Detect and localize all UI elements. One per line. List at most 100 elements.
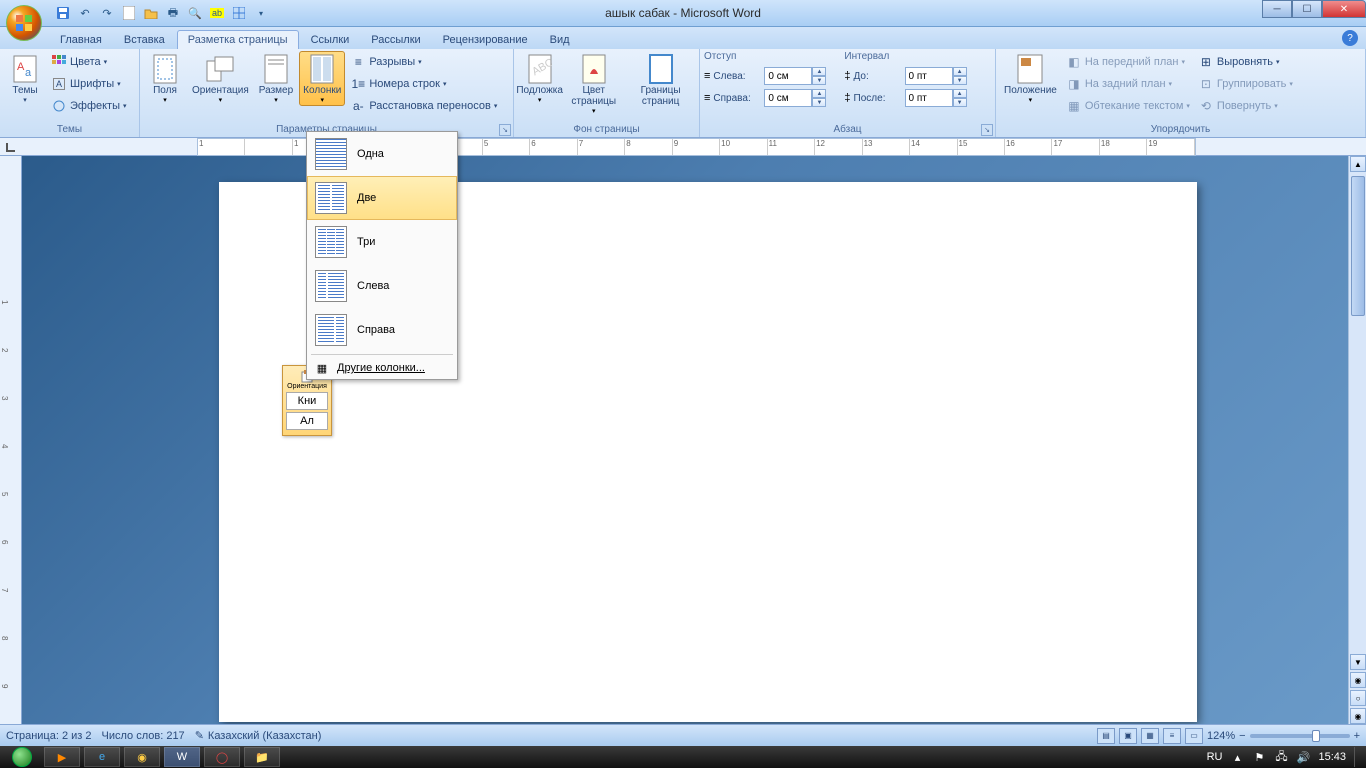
columns-one[interactable]: Одна	[307, 132, 457, 176]
tab-home[interactable]: Главная	[50, 31, 112, 49]
redo-icon[interactable]: ↷	[98, 4, 116, 22]
theme-fonts-button[interactable]: AШрифты ▾	[48, 73, 130, 95]
highlight-icon[interactable]: ab	[208, 4, 226, 22]
paragraph-dialog-launcher[interactable]: ↘	[981, 124, 993, 136]
tray-clock[interactable]: 15:43	[1318, 751, 1346, 763]
bring-front-button[interactable]: ◧На передний план ▾	[1063, 51, 1193, 73]
spin-down-icon[interactable]: ▼	[812, 98, 826, 107]
taskbar-app-3[interactable]: ◉	[124, 747, 160, 767]
columns-three[interactable]: Три	[307, 220, 457, 264]
undo-icon[interactable]: ↶	[76, 4, 94, 22]
columns-left[interactable]: Слева	[307, 264, 457, 308]
show-desktop-button[interactable]	[1354, 747, 1362, 767]
breaks-button[interactable]: ≡Разрывы ▾	[347, 51, 500, 73]
zoom-slider-thumb[interactable]	[1312, 730, 1320, 742]
page-setup-dialog-launcher[interactable]: ↘	[499, 124, 511, 136]
hyphenation-button[interactable]: a-Расстановка переносов ▾	[347, 95, 500, 117]
page-status[interactable]: Страница: 2 из 2	[6, 730, 92, 742]
tab-page-layout[interactable]: Разметка страницы	[177, 30, 299, 49]
indent-right-input[interactable]	[764, 89, 812, 107]
zoom-out-button[interactable]: −	[1239, 730, 1245, 742]
draft-view[interactable]: ▭	[1185, 728, 1203, 744]
zoom-level[interactable]: 124%	[1207, 730, 1235, 742]
tab-mailings[interactable]: Рассылки	[361, 31, 430, 49]
maximize-button[interactable]: ☐	[1292, 0, 1322, 18]
spin-down-icon[interactable]: ▼	[953, 76, 967, 85]
prev-page-button[interactable]: ◉	[1350, 672, 1366, 688]
spin-down-icon[interactable]: ▼	[812, 76, 826, 85]
spacing-after-input[interactable]	[905, 89, 953, 107]
vertical-scrollbar[interactable]: ▲ ▼ ◉ ○ ◉	[1348, 156, 1366, 724]
page-borders-button[interactable]: Границы страниц	[626, 51, 695, 109]
size-button[interactable]: Размер▾	[255, 51, 297, 106]
language-status[interactable]: Казахский (Казахстан)	[208, 730, 321, 742]
position-button[interactable]: Положение▾	[1000, 51, 1061, 106]
tab-view[interactable]: Вид	[540, 31, 580, 49]
orientation-button[interactable]: Ориентация▾	[188, 51, 253, 106]
smart-tag-option-2[interactable]: Ал	[286, 412, 328, 430]
table-icon[interactable]	[230, 4, 248, 22]
spin-up-icon[interactable]: ▲	[812, 89, 826, 98]
taskbar-explorer[interactable]: 📁	[244, 747, 280, 767]
qat-dropdown-icon[interactable]: ▾	[252, 4, 270, 22]
close-button[interactable]: ✕	[1322, 0, 1366, 18]
more-columns[interactable]: ▦Другие колонки...	[307, 357, 457, 379]
smart-tag-option-1[interactable]: Кни	[286, 392, 328, 410]
taskbar-word[interactable]: W	[164, 747, 200, 767]
rotate-button[interactable]: ⟲Повернуть ▾	[1195, 95, 1296, 117]
scroll-down-button[interactable]: ▼	[1350, 654, 1366, 670]
spin-up-icon[interactable]: ▲	[812, 67, 826, 76]
tray-up-icon[interactable]: ▴	[1230, 750, 1244, 764]
word-count[interactable]: Число слов: 217	[102, 730, 185, 742]
columns-button[interactable]: Колонки▾	[299, 51, 345, 106]
zoom-slider[interactable]	[1250, 734, 1350, 738]
office-button[interactable]	[0, 0, 40, 27]
tray-network-icon[interactable]: 🖧	[1274, 750, 1288, 764]
margins-button[interactable]: Поля▾	[144, 51, 186, 106]
taskbar-app-1[interactable]: ▶	[44, 747, 80, 767]
scroll-up-button[interactable]: ▲	[1350, 156, 1366, 172]
new-doc-icon[interactable]	[120, 4, 138, 22]
line-numbers-button[interactable]: 1≡Номера строк ▾	[347, 73, 500, 95]
tray-volume-icon[interactable]: 🔊	[1296, 750, 1310, 764]
outline-view[interactable]: ≡	[1163, 728, 1181, 744]
next-page-button[interactable]: ◉	[1350, 708, 1366, 724]
open-icon[interactable]	[142, 4, 160, 22]
send-back-button[interactable]: ◨На задний план ▾	[1063, 73, 1193, 95]
themes-button[interactable]: Aa Темы ▾	[4, 51, 46, 106]
print-layout-view[interactable]: ▤	[1097, 728, 1115, 744]
save-icon[interactable]	[54, 4, 72, 22]
start-button[interactable]	[4, 746, 40, 768]
full-screen-view[interactable]: ▣	[1119, 728, 1137, 744]
watermark-button[interactable]: ABCПодложка▾	[518, 51, 561, 106]
tab-references[interactable]: Ссылки	[301, 31, 360, 49]
print-icon[interactable]: 🖶	[164, 4, 182, 22]
horizontal-ruler[interactable]: 112345678910111213141516171819	[22, 138, 1366, 156]
spin-up-icon[interactable]: ▲	[953, 67, 967, 76]
taskbar-ie[interactable]: e	[84, 747, 120, 767]
tray-flag-icon[interactable]: ⚑	[1252, 750, 1266, 764]
zoom-in-button[interactable]: +	[1354, 730, 1360, 742]
align-button[interactable]: ⊞Выровнять ▾	[1195, 51, 1296, 73]
tray-language[interactable]: RU	[1207, 751, 1223, 763]
browse-object-button[interactable]: ○	[1350, 690, 1366, 706]
vertical-ruler[interactable]: 12345678910	[0, 138, 22, 724]
web-layout-view[interactable]: ▦	[1141, 728, 1159, 744]
columns-right[interactable]: Справа	[307, 308, 457, 352]
spin-up-icon[interactable]: ▲	[953, 89, 967, 98]
text-wrap-button[interactable]: ▦Обтекание текстом ▾	[1063, 95, 1193, 117]
help-icon[interactable]: ?	[1342, 30, 1358, 46]
minimize-button[interactable]: ─	[1262, 0, 1292, 18]
theme-effects-button[interactable]: Эффекты ▾	[48, 95, 130, 117]
group-button[interactable]: ⊡Группировать ▾	[1195, 73, 1296, 95]
tab-review[interactable]: Рецензирование	[433, 31, 538, 49]
tab-selector[interactable]	[0, 138, 22, 156]
tab-insert[interactable]: Вставка	[114, 31, 175, 49]
spin-down-icon[interactable]: ▼	[953, 98, 967, 107]
page-color-button[interactable]: Цвет страницы▾	[563, 51, 624, 117]
preview-icon[interactable]: 🔍	[186, 4, 204, 22]
spellcheck-icon[interactable]: ✎	[195, 729, 204, 742]
spacing-before-input[interactable]	[905, 67, 953, 85]
columns-two[interactable]: Две	[307, 176, 457, 220]
theme-colors-button[interactable]: Цвета ▾	[48, 51, 130, 73]
